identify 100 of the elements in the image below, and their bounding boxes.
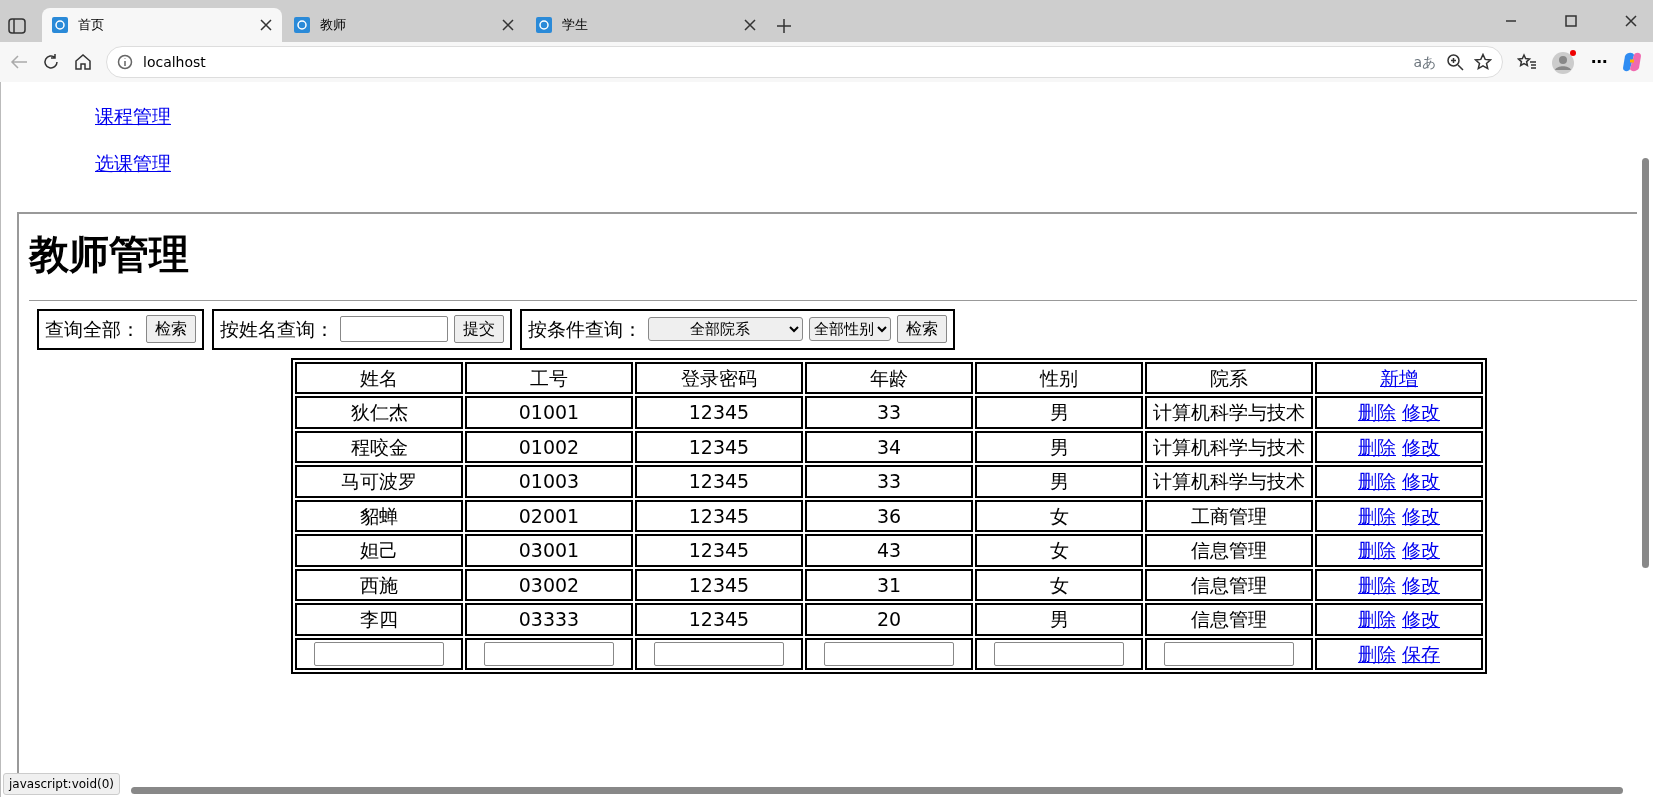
edit-link[interactable]: 修改	[1402, 539, 1440, 561]
department-dropdown[interactable]: 全部院系	[648, 317, 803, 342]
column-header: 性别	[975, 361, 1143, 394]
column-header: 姓名	[295, 361, 463, 394]
close-icon[interactable]	[260, 19, 272, 31]
close-icon[interactable]	[1625, 15, 1637, 27]
table-cell: 12345	[635, 465, 803, 498]
table-cell: 03002	[465, 568, 633, 601]
table-cell: 女	[975, 499, 1143, 532]
edit-link[interactable]: 修改	[1402, 608, 1440, 630]
delete-link[interactable]: 删除	[1357, 470, 1396, 492]
close-icon[interactable]	[744, 19, 756, 31]
table-cell: 计算机科学与技术	[1145, 430, 1313, 463]
table-cell: 01002	[465, 430, 633, 463]
scrollbar-thumb[interactable]	[131, 787, 1623, 794]
table-cell: 12345	[635, 534, 803, 567]
column-header: 登录密码	[635, 361, 803, 394]
table-cell: 36	[805, 499, 973, 532]
read-aloud-button[interactable]: aあ	[1413, 51, 1436, 73]
column-header: 工号	[465, 361, 633, 394]
table-cell: 01003	[465, 465, 633, 498]
table-cell: 12345	[635, 603, 803, 636]
cell-input-field[interactable]	[654, 641, 784, 666]
table-cell: 工商管理	[1145, 499, 1313, 532]
table-cell: 男	[975, 603, 1143, 636]
edit-link[interactable]: 修改	[1402, 401, 1440, 423]
home-icon[interactable]	[74, 53, 92, 71]
browser-tab[interactable]: 教师	[284, 8, 524, 42]
cell-input-field[interactable]	[824, 641, 954, 666]
table-cell: 12345	[635, 396, 803, 429]
table-cell: 34	[805, 430, 973, 463]
table-cell: 01001	[465, 396, 633, 429]
edit-link[interactable]: 修改	[1402, 573, 1440, 596]
table-cell: 信息管理	[1145, 603, 1313, 636]
submit-button[interactable]: 提交	[454, 315, 504, 344]
table-cell: 02001	[465, 499, 633, 532]
gender-dropdown[interactable]: 全部性别	[809, 317, 891, 342]
delete-link[interactable]: 删除	[1357, 539, 1396, 561]
cell-input-field[interactable]	[314, 641, 444, 666]
query-panel: 按条件查询： 全部院系 全部性别 检索	[520, 309, 955, 350]
table-cell: 12345	[635, 430, 803, 463]
table-cell: 女	[975, 534, 1143, 567]
delete-link[interactable]: 删除	[1357, 573, 1396, 596]
column-header: 院系	[1145, 361, 1313, 394]
browser-tab[interactable]: 首页	[42, 8, 282, 42]
table-cell: 李四	[295, 603, 463, 636]
delete-link[interactable]: 删除	[1357, 401, 1396, 423]
star-icon[interactable]	[1474, 53, 1492, 71]
close-icon[interactable]	[502, 19, 514, 31]
refresh-icon[interactable]	[42, 53, 60, 71]
save-link[interactable]: 保存	[1402, 642, 1440, 665]
table-cell: 马可波罗	[295, 465, 463, 498]
table-cell: 12345	[635, 499, 803, 532]
table-cell: 43	[805, 534, 973, 567]
delete-link[interactable]: 删除	[1357, 608, 1396, 630]
scrollbar-thumb[interactable]	[1642, 158, 1649, 568]
table-cell: 程咬金	[295, 430, 463, 463]
cell-input-field[interactable]	[1164, 641, 1294, 666]
table-cell: 男	[975, 396, 1143, 429]
table-cell: 31	[805, 568, 973, 601]
info-icon	[117, 54, 133, 70]
zoom-icon[interactable]	[1446, 53, 1464, 71]
table-cell: 妲己	[295, 534, 463, 567]
edit-link[interactable]: 修改	[1402, 470, 1440, 492]
browser-tab[interactable]: 学生	[526, 8, 766, 42]
profile-avatar-icon[interactable]	[1551, 49, 1577, 75]
table-cell: 33	[805, 465, 973, 498]
new-tab-icon[interactable]	[776, 18, 792, 34]
more-button[interactable]: ⋯	[1591, 50, 1607, 74]
delete-link[interactable]: 删除	[1357, 642, 1396, 665]
favorites-icon[interactable]	[1517, 53, 1537, 71]
table-cell: 女	[975, 568, 1143, 601]
table-cell: 计算机科学与技术	[1145, 396, 1313, 429]
table-cell: 男	[975, 465, 1143, 498]
delete-link[interactable]: 删除	[1357, 435, 1396, 458]
address-bar[interactable]: localhost aあ	[106, 46, 1503, 78]
add-link[interactable]: 新增	[1380, 366, 1418, 389]
table-cell: 12345	[635, 568, 803, 601]
column-header: 年龄	[805, 361, 973, 394]
maximize-icon[interactable]	[1565, 15, 1577, 27]
table-cell: 狄仁杰	[295, 396, 463, 429]
query-panel: 按姓名查询： 提交	[212, 309, 512, 350]
favicon-icon	[536, 17, 552, 33]
sidebar-icon[interactable]	[8, 18, 26, 34]
table-cell: 男	[975, 430, 1143, 463]
edit-link[interactable]: 修改	[1402, 435, 1440, 458]
nav-link[interactable]: 课程管理	[95, 102, 171, 131]
cell-input-field[interactable]	[484, 641, 614, 666]
search-button[interactable]: 检索	[897, 315, 947, 344]
edit-link[interactable]: 修改	[1402, 504, 1440, 527]
table-cell: 计算机科学与技术	[1145, 465, 1313, 498]
nav-link[interactable]: 选课管理	[95, 148, 171, 177]
copilot-icon[interactable]	[1621, 51, 1643, 73]
table-cell: 貂蝉	[295, 499, 463, 532]
search-button[interactable]: 检索	[146, 315, 196, 344]
name-input-field[interactable]	[340, 316, 448, 343]
cell-input-field[interactable]	[994, 641, 1124, 666]
delete-link[interactable]: 删除	[1357, 504, 1396, 527]
table-cell: 西施	[295, 568, 463, 601]
page-heading: 教师管理	[29, 230, 190, 278]
